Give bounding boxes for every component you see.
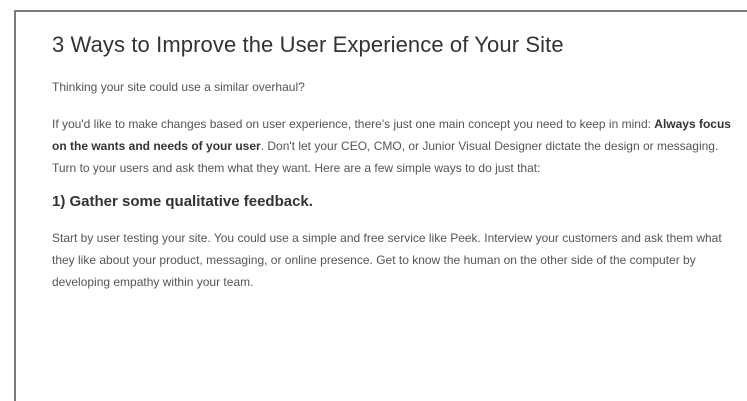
article-title: 3 Ways to Improve the User Experience of… bbox=[52, 32, 564, 57]
paragraph-text-start: If you'd like to make changes based on u… bbox=[52, 117, 655, 131]
section-heading: 1) Gather some qualitative feedback. bbox=[52, 193, 313, 210]
main-paragraph: If you'd like to make changes based on u… bbox=[52, 113, 732, 179]
frame-top-border bbox=[14, 10, 747, 12]
article-content: 3 Ways to Improve the User Experience of… bbox=[52, 30, 732, 293]
intro-text: Thinking your site could use a similar o… bbox=[52, 80, 305, 94]
article-frame: 3 Ways to Improve the User Experience of… bbox=[0, 0, 747, 401]
frame-left-border bbox=[14, 10, 16, 401]
section-paragraph: Start by user testing your site. You cou… bbox=[52, 231, 722, 289]
